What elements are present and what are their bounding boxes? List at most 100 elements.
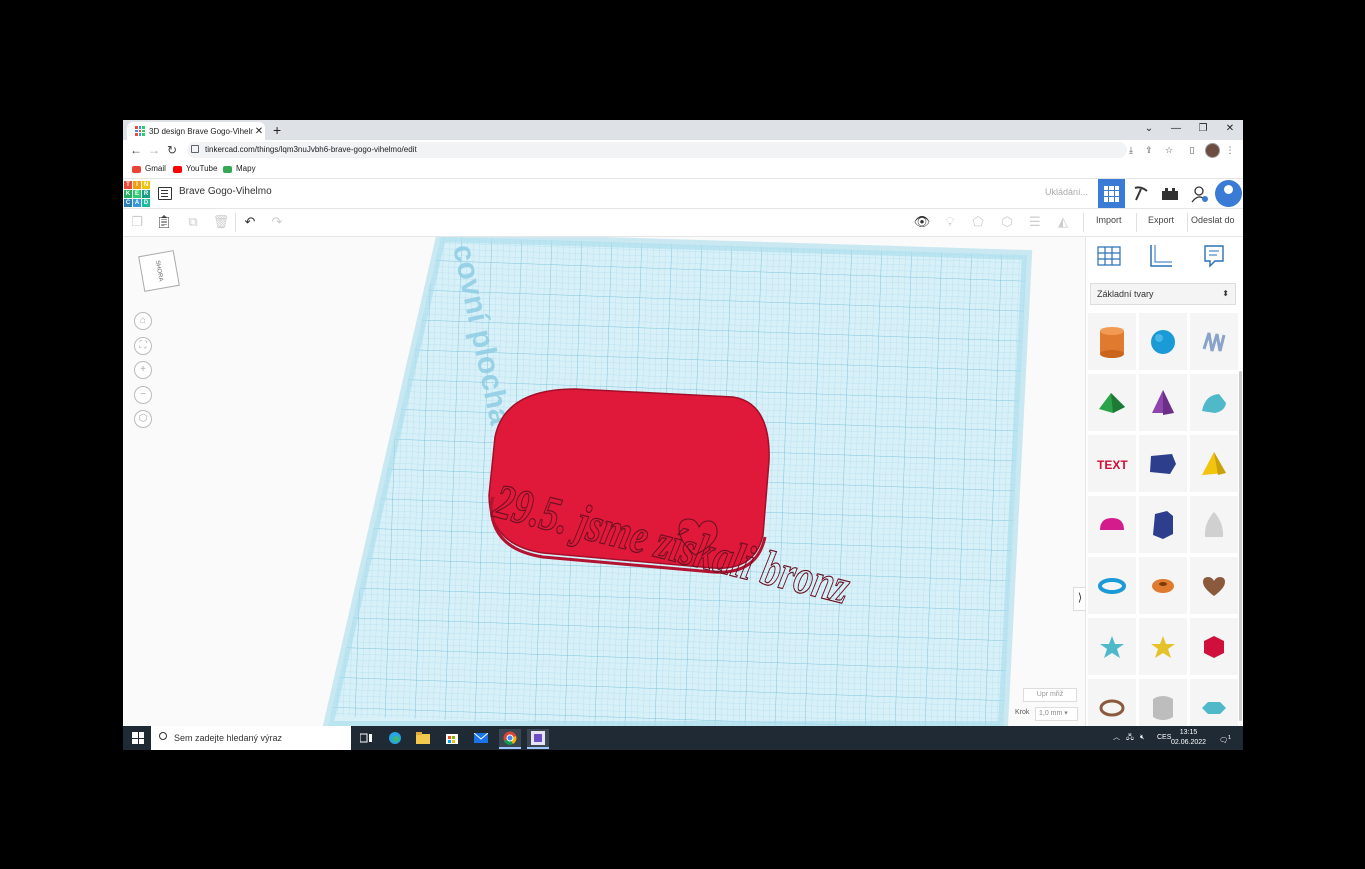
shape-gold-star[interactable] [1139,618,1187,675]
3d-viewport[interactable]: covní plocha 29.5. jsme získali bronz SH… [123,237,1085,726]
undo-icon[interactable]: ↶ [242,214,258,230]
notification-count: 1 [1227,735,1232,741]
snap-grid-label: Krok [1015,709,1030,716]
ruler-tool-icon[interactable] [1148,243,1174,269]
shape-scribble[interactable] [1190,313,1238,370]
light-bulb-icon[interactable]: 💡︎ [942,214,958,230]
shape-cone[interactable] [1139,374,1187,431]
tinkercad-app-icon[interactable] [527,729,549,749]
select-arrow-icon: ⬍ [1222,289,1229,298]
lock-icon[interactable] [191,145,199,153]
edit-grid-button[interactable]: Upr mřiž [1023,688,1077,702]
shape-cylinder[interactable] [1088,313,1136,370]
align-icon[interactable]: ☰ [1027,214,1043,230]
shape-half-sphere[interactable] [1088,496,1136,553]
forward-icon[interactable]: → [146,142,162,158]
import-button[interactable]: Import [1096,215,1122,225]
redo-icon[interactable]: ↷ [269,214,285,230]
bookmark-star-icon[interactable]: ☆ [1163,144,1175,156]
network-icon[interactable]: 🖧︎ [1126,726,1134,750]
design-name[interactable]: Brave Gogo-Vihelmo [179,186,272,197]
new-tab-icon[interactable]: + [273,122,281,138]
orthographic-view-icon[interactable]: ⬡ [134,410,152,428]
shape-polygon[interactable] [1139,435,1187,492]
clock-time: 13:15 [1179,729,1198,736]
bricks-view-button[interactable] [1156,179,1183,208]
copy-icon[interactable]: ❐ [129,214,145,230]
side-panel-icon[interactable]: ▯ [1186,144,1198,156]
shape-sphere[interactable] [1139,313,1187,370]
shape-heart[interactable] [1190,557,1238,614]
view-cube[interactable]: SHORA [138,250,180,292]
browser-menu-icon[interactable]: ⋮ [1224,144,1236,156]
export-button[interactable]: Export [1148,215,1174,225]
taskbar-search-box[interactable]: Sem zadejte hledaný výraz [151,726,351,750]
screen: 3D design Brave Gogo-Vihelmo | ✕ + ⌄ — ❐… [123,120,1243,750]
delete-icon[interactable]: 🗑︎ [213,214,230,230]
shape-roof[interactable] [1088,374,1136,431]
windows-start-icon[interactable] [132,732,144,744]
edge-icon[interactable] [384,729,406,747]
group-icon[interactable]: ⬠ [970,214,986,230]
collapse-panel-button[interactable]: ⟩ [1073,587,1085,611]
shape-tube[interactable] [1139,557,1187,614]
notifications-icon[interactable]: 🗨︎1 [1219,726,1231,750]
ungroup-icon[interactable]: ⬡ [999,214,1015,230]
duplicate-icon[interactable]: ⧉ [185,214,201,230]
browser-profile-avatar[interactable] [1205,143,1220,158]
tab-search-icon[interactable]: ⌄ [1136,120,1162,140]
shape-hexagonal-prism[interactable] [1139,496,1187,553]
taskbar-clock[interactable]: 13:15 02.06.2022 [1171,728,1206,748]
zoom-in-icon[interactable]: + [134,361,152,379]
minimize-icon[interactable]: — [1163,120,1189,140]
fit-view-icon[interactable]: ⛶ [134,337,152,355]
reload-icon[interactable]: ↻ [164,142,180,158]
workplane[interactable]: covní plocha 29.5. jsme získali bronz [123,237,1085,726]
notes-tool-icon[interactable] [1201,243,1227,269]
shape-text[interactable]: TEXT [1088,435,1136,492]
shape-pyramid[interactable] [1190,435,1238,492]
notes-visibility-icon[interactable]: 👁︎ [914,214,931,230]
user-avatar[interactable] [1215,180,1242,207]
restore-icon[interactable]: ❐ [1190,120,1216,140]
tray-overflow-icon[interactable]: ︿ [1113,726,1120,750]
shape-torus[interactable] [1088,557,1136,614]
mirror-icon[interactable]: ◭ [1055,214,1071,230]
bookmark-label: Mapy [236,164,256,173]
back-icon[interactable]: ← [128,142,144,158]
design-menu-icon[interactable] [158,187,172,200]
share-icon[interactable]: ⇪ [1143,144,1155,156]
shape-star[interactable] [1088,618,1136,675]
send-to-button[interactable]: Odeslat do [1191,215,1235,225]
snap-grid-select[interactable]: 1,0 mm ▾ [1035,707,1078,721]
task-view-icon[interactable] [355,729,377,747]
home-view-icon[interactable]: ⌂ [134,312,152,330]
language-indicator[interactable]: CES [1157,726,1171,750]
url-field[interactable]: tinkercad.com/things/lqm3nuJvbh6-brave-g… [187,142,1127,158]
zoom-out-icon[interactable]: − [134,386,152,404]
browser-tab[interactable]: 3D design Brave Gogo-Vihelmo | ✕ [127,122,265,140]
tinkercad-favicon-icon [135,126,145,136]
shape-icosahedron[interactable] [1190,618,1238,675]
panel-scrollbar[interactable] [1239,371,1242,721]
minecraft-view-button[interactable] [1127,179,1154,208]
bookmark-youtube[interactable]: YouTube [173,162,217,176]
workplane-tool-icon[interactable] [1096,243,1122,269]
3d-design-view-button[interactable] [1098,179,1125,208]
bookmark-mapy[interactable]: Mapy [223,162,256,176]
paste-icon[interactable]: 📋︎ [156,214,173,230]
bookmark-gmail[interactable]: Gmail [132,162,166,176]
file-explorer-icon[interactable] [412,729,434,747]
close-window-icon[interactable]: ✕ [1217,120,1243,140]
invite-user-button[interactable] [1186,179,1213,208]
mail-icon[interactable] [470,729,492,747]
store-icon[interactable] [441,729,463,747]
shape-category-select[interactable]: Základní tvary ⬍ [1090,283,1236,305]
tinkercad-logo[interactable]: T I N K E R C A D [124,181,150,207]
shape-paraboloid[interactable] [1190,496,1238,553]
volume-muted-icon[interactable]: 🔇︎ [1140,726,1144,750]
close-tab-icon[interactable]: ✕ [253,126,265,137]
install-icon[interactable]: ⤓ [1125,144,1137,156]
shape-round-roof[interactable] [1190,374,1238,431]
chrome-icon[interactable] [499,729,521,749]
